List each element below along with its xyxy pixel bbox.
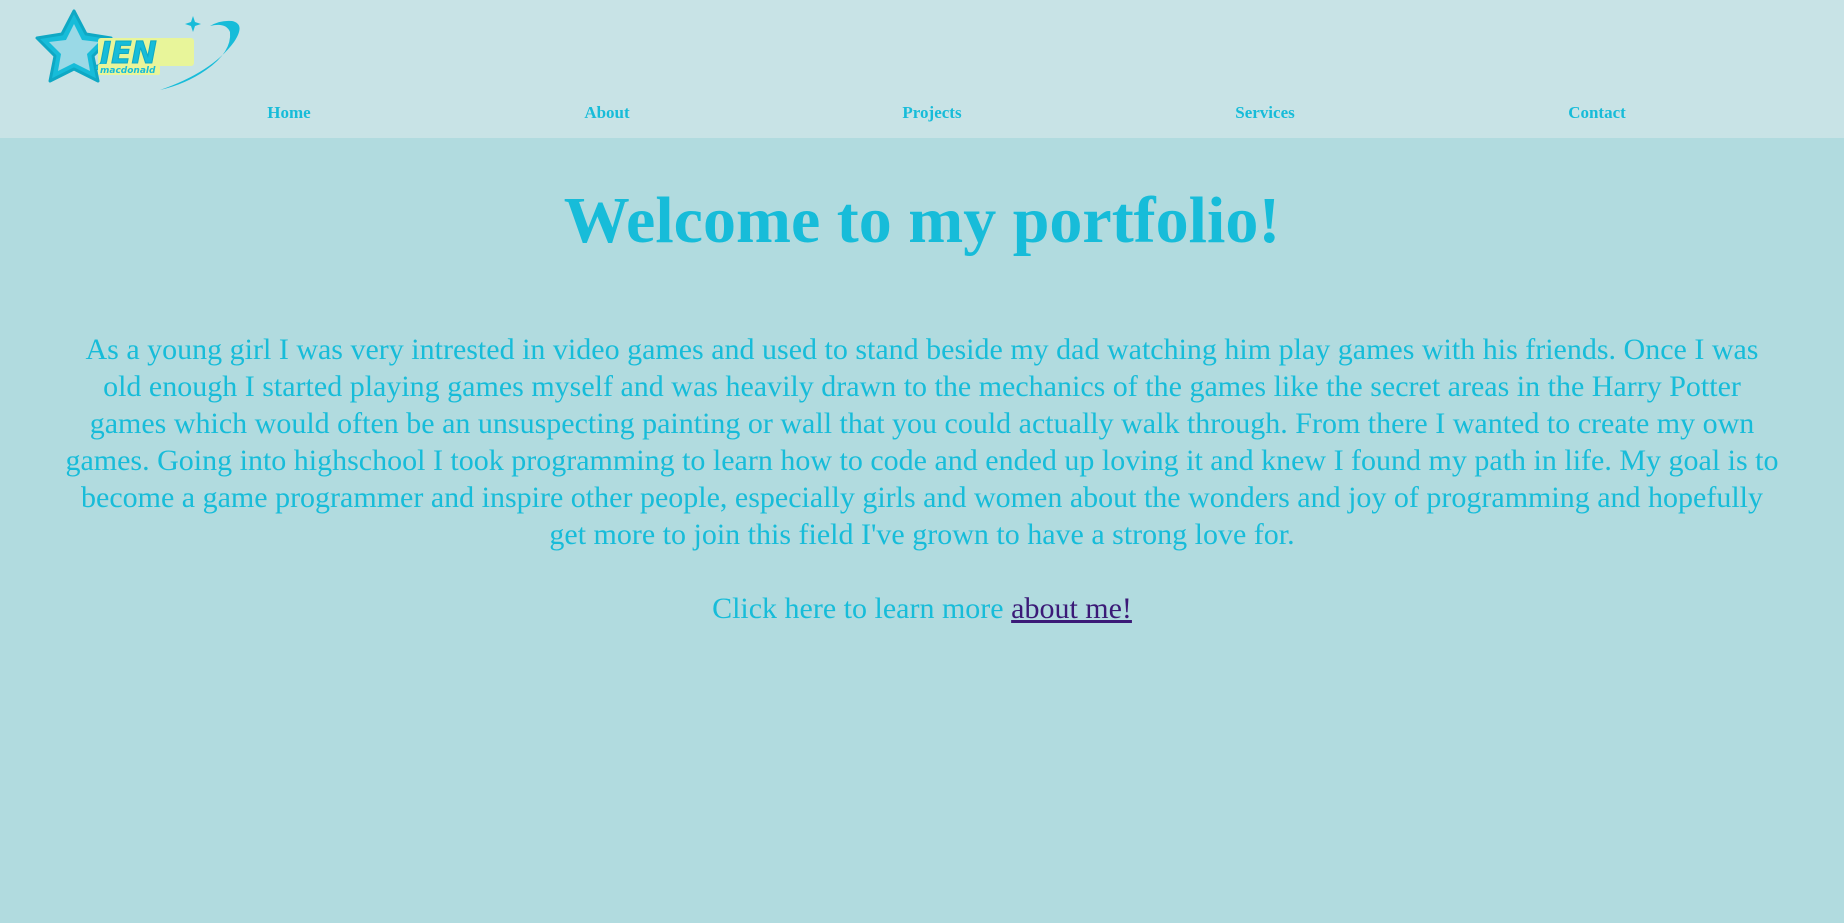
main-content: Welcome to my portfolio! As a young girl… [0,138,1844,627]
nav-item-projects[interactable]: Projects [902,103,961,123]
nav-item-services[interactable]: Services [1235,103,1294,123]
learn-more-line: Click here to learn more about me! [0,590,1844,627]
site-logo[interactable]: JEN macdonald [34,8,250,98]
intro-paragraph: As a young girl I was very intrested in … [65,333,1779,551]
learn-more-text: Click here to learn more [712,592,1012,625]
logo-sub-text: macdonald [100,66,156,76]
nav-item-about[interactable]: About [584,103,629,123]
nav-item-contact[interactable]: Contact [1568,103,1626,123]
site-header: JEN macdonald Home About Projects Servic… [0,0,1844,138]
sparkle-icon [185,16,201,32]
nav-item-home[interactable]: Home [267,103,310,123]
about-me-link[interactable]: about me! [1011,592,1132,625]
logo-graphic: JEN macdonald [35,9,240,90]
main-nav: Home About Projects Services Contact [0,103,1844,123]
page-title: Welcome to my portfolio! [563,184,1281,257]
